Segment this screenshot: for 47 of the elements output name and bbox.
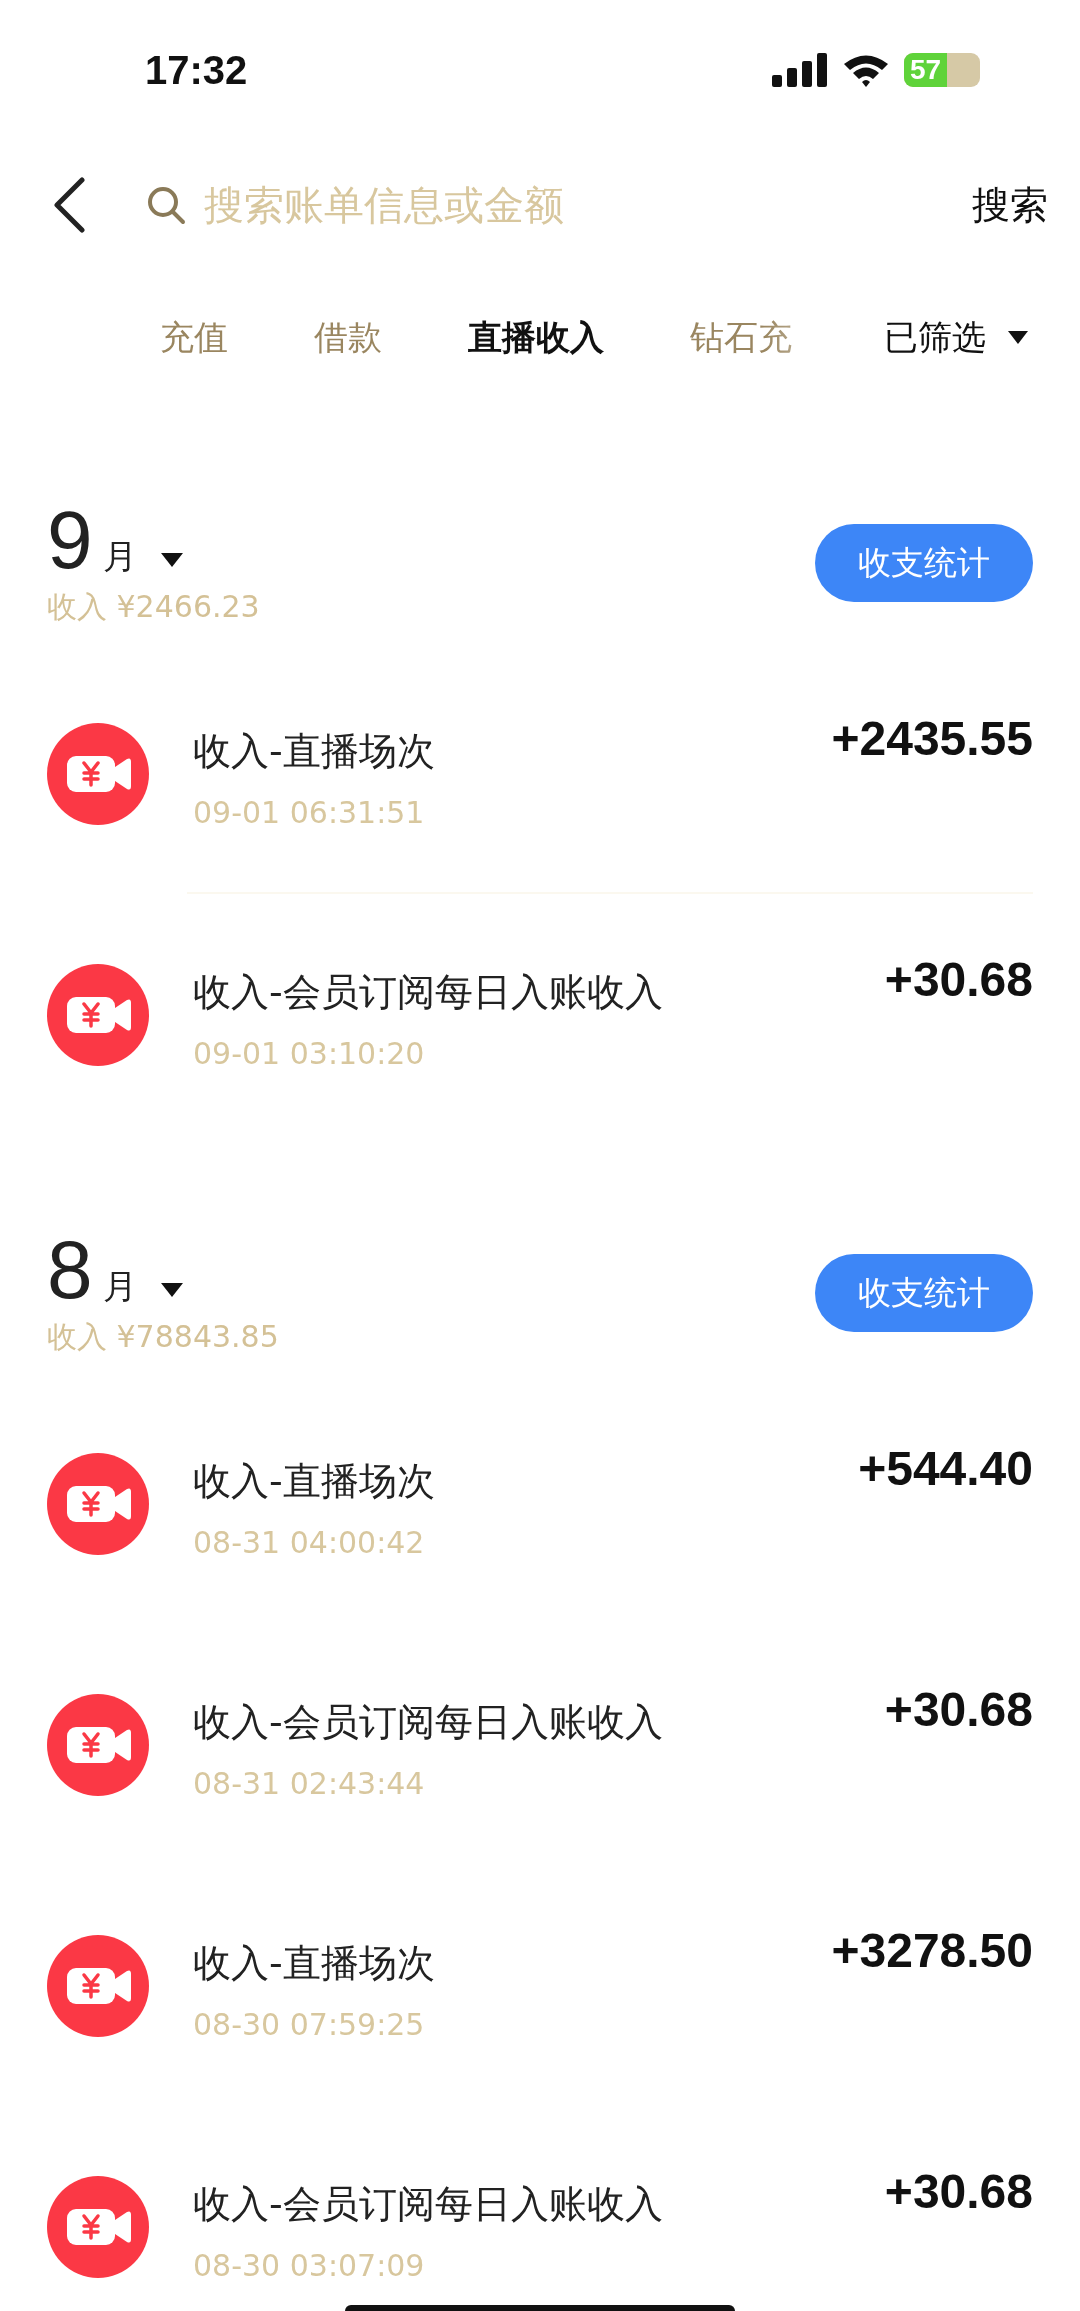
search-button[interactable]: 搜索: [972, 179, 1048, 231]
back-icon[interactable]: [52, 177, 86, 233]
transaction-amount: +30.68: [884, 2164, 1033, 2219]
transaction-amount: +30.68: [884, 952, 1033, 1007]
video-yuan-icon: [47, 2175, 149, 2278]
transaction-title[interactable]: 收入-直播场次: [193, 725, 788, 777]
month-number[interactable]: 8: [47, 1228, 93, 1311]
battery-level: 57: [909, 54, 942, 86]
video-yuan-icon: [47, 1693, 149, 1796]
video-yuan-icon: [47, 722, 149, 825]
wifi-icon: [842, 53, 890, 87]
search-icon: [146, 185, 186, 225]
transaction-amount: +30.68: [884, 1682, 1033, 1737]
category-tab[interactable]: 充值: [160, 314, 228, 361]
category-tab[interactable]: 钻石充: [690, 314, 792, 361]
transaction-amount: +544.40: [858, 1441, 1033, 1496]
video-yuan-icon: [47, 963, 149, 1066]
month-unit[interactable]: 月: [102, 533, 137, 580]
transaction-time: 09-01 03:10:20: [193, 1035, 426, 1071]
category-tab[interactable]: 借款: [314, 314, 382, 361]
caret-icon: [1008, 330, 1028, 345]
transaction-time: 08-31 02:43:44: [193, 1765, 426, 1801]
transaction-amount: +3278.50: [831, 1923, 1033, 1978]
video-yuan-icon: [47, 1452, 149, 1555]
search-field[interactable]: 搜索账单信息或金额: [204, 182, 684, 228]
transaction-time: 09-01 06:31:51: [193, 794, 426, 830]
transaction-time: 08-31 04:00:42: [193, 1524, 426, 1560]
status-time: 17:32: [145, 47, 248, 93]
month-income: 收入 ¥2466.23: [47, 587, 260, 626]
transaction-time: 08-30 03:07:09: [193, 2247, 426, 2283]
transaction-title[interactable]: 收入-会员订阅每日入账收入: [193, 966, 841, 1018]
transaction-amount: +2435.55: [831, 711, 1033, 766]
video-yuan-icon: [47, 1934, 149, 2037]
statistics-button[interactable]: 收支统计: [815, 524, 1033, 602]
month-income: 收入 ¥78843.85: [47, 1317, 279, 1356]
month-number[interactable]: 9: [47, 498, 93, 581]
signal-icon: [772, 53, 828, 87]
caret-icon[interactable]: [160, 1282, 183, 1298]
transaction-title[interactable]: 收入-会员订阅每日入账收入: [193, 1696, 841, 1748]
transaction-title[interactable]: 收入-直播场次: [193, 1937, 788, 1989]
caret-icon[interactable]: [160, 552, 183, 568]
month-unit[interactable]: 月: [102, 1263, 137, 1310]
statistics-button[interactable]: 收支统计: [815, 1254, 1033, 1332]
transaction-time: 08-30 07:59:25: [193, 2006, 426, 2042]
category-tab[interactable]: 直播收入: [468, 314, 604, 361]
transaction-title[interactable]: 收入-直播场次: [193, 1455, 815, 1507]
transaction-title[interactable]: 收入-会员订阅每日入账收入: [193, 2178, 841, 2230]
